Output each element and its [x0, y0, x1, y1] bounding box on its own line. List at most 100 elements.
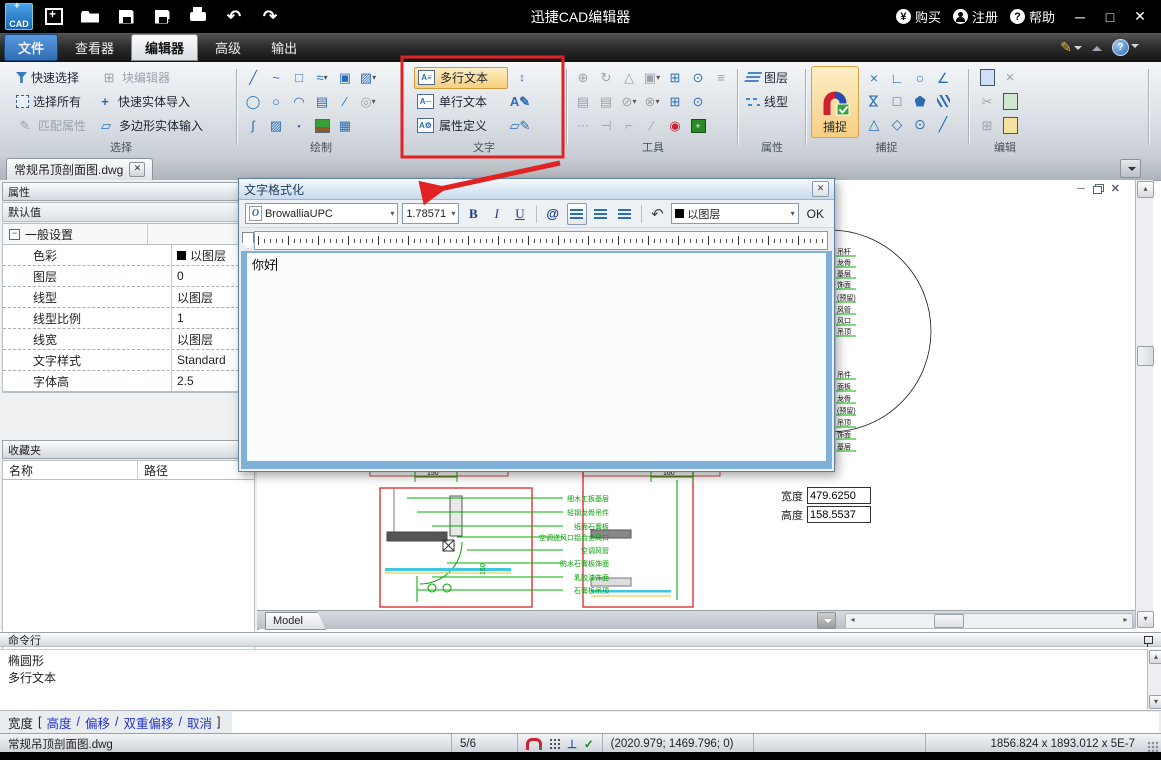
document-tab[interactable]: 常规吊顶剖面图.dwg ✕	[6, 158, 153, 180]
scroll-up-icon[interactable]: ▴	[1137, 181, 1154, 198]
horizontal-scrollbar[interactable]: ◂ ▸	[845, 613, 1133, 629]
align-center-button[interactable]	[591, 203, 611, 225]
move-tool-icon[interactable]: ⊕	[574, 69, 592, 87]
rotate-tool-icon[interactable]: ↻	[597, 69, 615, 87]
customize-toolbar-button[interactable]: ✎	[1060, 39, 1082, 56]
spline-tool-icon[interactable]: ʃ	[244, 117, 262, 135]
single-text-button[interactable]: A─单行文本	[414, 92, 506, 112]
text-scale-icon[interactable]: ↕	[513, 69, 531, 87]
erase-tool-icon[interactable]: ⊘▾	[620, 93, 638, 111]
line-tool-icon[interactable]: ╱	[244, 69, 262, 87]
snap-midpoint-icon[interactable]: △	[863, 113, 885, 135]
point-tool-icon[interactable]: ▪	[290, 117, 308, 135]
attribute-definition-button[interactable]: A⚙属性定义	[414, 116, 506, 136]
text-style-icon[interactable]: A✎	[511, 93, 529, 111]
ruler[interactable]	[254, 231, 828, 250]
command-panel-header[interactable]: 命令行	[0, 632, 1161, 647]
property-row-text-height[interactable]: 字体高2.5	[3, 371, 254, 392]
vertical-scroll-thumb[interactable]	[1137, 346, 1154, 366]
image-tool-icon[interactable]	[313, 117, 331, 135]
osnap-check-icon[interactable]: ✓	[584, 737, 594, 751]
wipeout-tool-icon[interactable]: ▨▾	[359, 69, 377, 87]
prompt-option-cancel[interactable]: 取消	[187, 713, 212, 732]
redo-button[interactable]: ↷	[255, 5, 285, 29]
paste-special-button[interactable]	[1001, 93, 1019, 111]
maximize-button[interactable]: □	[1097, 9, 1123, 25]
add-library-icon[interactable]: +	[689, 117, 707, 135]
snap-apparent-intersection-icon[interactable]: ⋈	[863, 90, 885, 112]
snap-endpoint-icon[interactable]: □	[886, 90, 908, 112]
tab-advanced[interactable]: 高级	[202, 35, 254, 60]
bold-button[interactable]: B	[463, 204, 483, 224]
mdi-close-button[interactable]: ✕	[1111, 182, 1120, 195]
underline-button[interactable]: U	[510, 204, 530, 224]
align-left-button[interactable]	[567, 203, 587, 225]
snap-tangent-icon[interactable]: ⊙	[909, 113, 931, 135]
snap-nearest-icon[interactable]: ╱	[932, 113, 954, 135]
tab-file[interactable]: 文件	[4, 34, 58, 61]
snap-perpendicular-icon[interactable]: ∟	[886, 67, 908, 89]
hatch-tool-icon[interactable]: ▨	[267, 117, 285, 135]
save-button[interactable]	[111, 5, 141, 29]
offset-tool-icon[interactable]: ▣▾	[643, 69, 661, 87]
table-tool-icon[interactable]: ▦	[336, 117, 354, 135]
multi-circle-icon[interactable]: ◉	[666, 117, 684, 135]
join-tool-icon[interactable]: ⊣	[597, 117, 615, 135]
command-input[interactable]	[232, 712, 1160, 733]
chamfer-tool-icon[interactable]: ⌐	[620, 117, 638, 135]
snap-polygon-icon[interactable]	[909, 90, 931, 112]
close-button[interactable]: ✕	[1127, 8, 1153, 25]
italic-button[interactable]: I	[487, 204, 506, 224]
align-right-button[interactable]	[615, 203, 635, 225]
text-height-select[interactable]: 1.78571▾	[402, 203, 459, 224]
group-tool-icon[interactable]: ⊞	[666, 93, 684, 111]
pencil-tool-icon[interactable]: ∕	[336, 93, 354, 111]
height-input[interactable]	[807, 506, 871, 523]
property-row-text-style[interactable]: 文字样式Standard	[3, 350, 254, 371]
dialog-title-bar[interactable]: 文字格式化 ✕	[239, 179, 834, 200]
mirror-tool-icon[interactable]: △	[620, 69, 638, 87]
snap-parallel-icon[interactable]	[932, 90, 954, 112]
polygon-entity-input-button[interactable]: ▱多边形实体输入	[95, 116, 205, 136]
snap-quadrant-icon[interactable]: ◇	[886, 113, 908, 135]
delete-button[interactable]: ×	[1001, 69, 1019, 87]
block-insert-icon[interactable]: ▣	[336, 69, 354, 87]
minimize-button[interactable]: ─	[1067, 9, 1093, 25]
text-color-select[interactable]: 以图层▾	[671, 203, 798, 224]
prompt-option-offset[interactable]: 偏移	[85, 713, 110, 732]
break-tool-icon[interactable]: ⋯	[574, 117, 592, 135]
layout-list-button[interactable]	[817, 612, 836, 629]
explode-tool-icon[interactable]: ⊗▾	[643, 93, 661, 111]
favorites-list[interactable]	[2, 480, 255, 653]
favorites-col-name[interactable]: 名称	[3, 461, 138, 479]
cut-button[interactable]: ✂	[978, 93, 996, 111]
collapse-icon[interactable]: −	[9, 229, 20, 240]
block-editor-button[interactable]: ⊞块编辑器	[98, 68, 172, 88]
snap-center-icon[interactable]: ○	[909, 67, 931, 89]
command-history[interactable]: 椭圆形 多行文本	[0, 649, 1147, 709]
snap-angle-icon[interactable]: ∠	[932, 67, 954, 89]
mtext-edit-area[interactable]: 你好	[241, 251, 832, 469]
buy-button[interactable]: 购买	[915, 7, 941, 26]
symbol-button[interactable]: @	[543, 204, 563, 224]
snap-intersection-icon[interactable]: ×	[863, 67, 885, 89]
close-document-icon[interactable]: ✕	[129, 162, 145, 177]
tab-viewer[interactable]: 查看器	[62, 35, 127, 60]
copy-button[interactable]: ⊞	[978, 117, 996, 135]
register-button[interactable]: 注册	[972, 7, 998, 26]
new-file-button[interactable]	[39, 5, 69, 29]
general-settings-row[interactable]: −一般设置	[3, 224, 254, 245]
favorites-panel-header[interactable]: 收藏夹	[2, 440, 255, 459]
mtext-button[interactable]: A≡多行文本	[414, 67, 508, 89]
font-select[interactable]: O BrowalliaUPC▾	[245, 203, 398, 224]
help-button[interactable]: 帮助	[1029, 7, 1055, 26]
property-row-layer[interactable]: 图层0	[3, 266, 254, 287]
collapse-ribbon-button[interactable]	[1092, 41, 1102, 51]
favorites-col-path[interactable]: 路径	[138, 462, 168, 479]
width-input[interactable]	[807, 487, 871, 504]
ellipse-tool-icon[interactable]: ○	[267, 93, 285, 111]
mdi-minimize-button[interactable]: ─	[1077, 183, 1085, 195]
copy-object-icon[interactable]: ◎▾	[359, 93, 377, 111]
copy-stack-icon[interactable]: ⊞	[666, 69, 684, 87]
grid-status-icon[interactable]	[549, 738, 560, 749]
